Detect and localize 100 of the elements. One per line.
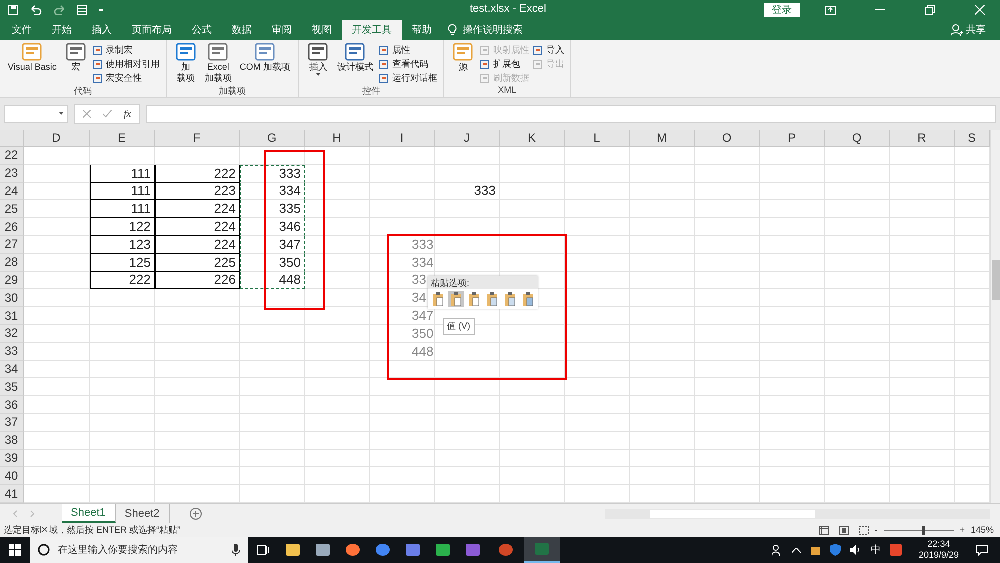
grid-cell[interactable]	[24, 324, 90, 343]
grid-cell[interactable]	[760, 378, 825, 396]
grid-cell[interactable]	[305, 360, 370, 378]
grid-cell[interactable]	[435, 396, 500, 414]
grid-cell[interactable]	[305, 378, 370, 396]
grid-cell[interactable]	[370, 396, 435, 414]
notification-icon[interactable]	[976, 544, 988, 556]
grid-cell[interactable]	[565, 360, 630, 378]
chevron-up-icon[interactable]	[792, 548, 801, 552]
grid-cell[interactable]	[155, 289, 240, 308]
vertical-scrollbar[interactable]	[990, 130, 1000, 503]
ribbon-tab[interactable]: 开始	[42, 20, 82, 40]
grid-cell[interactable]	[565, 200, 630, 218]
undo-icon[interactable]	[29, 5, 43, 15]
grid-cell[interactable]	[760, 450, 825, 468]
grid-cell[interactable]	[155, 147, 240, 165]
grid-cell[interactable]	[305, 272, 370, 290]
sogou-icon[interactable]	[890, 544, 902, 556]
form-icon[interactable]	[77, 4, 88, 16]
grid-cell[interactable]	[370, 414, 435, 432]
ribbon-tab[interactable]: 插入	[82, 20, 122, 40]
grid-cell[interactable]	[695, 164, 760, 183]
column-header[interactable]: F	[155, 130, 240, 147]
grid-cell[interactable]	[890, 324, 955, 343]
row-header[interactable]: 34	[0, 360, 24, 378]
grid-cell[interactable]	[24, 272, 90, 290]
grid-cell[interactable]	[890, 450, 955, 468]
grid-cell[interactable]	[565, 432, 630, 450]
grid-cell[interactable]	[305, 342, 370, 361]
grid-cell[interactable]	[760, 272, 825, 290]
grid-cell[interactable]	[825, 307, 890, 325]
grid-cell[interactable]	[760, 467, 825, 486]
column-header[interactable]: D	[24, 130, 90, 147]
grid-cell[interactable]	[24, 360, 90, 378]
grid-cell[interactable]	[565, 218, 630, 236]
ribbon-button[interactable]: 设计模式	[335, 42, 376, 85]
grid-cell[interactable]	[825, 414, 890, 432]
grid-cell[interactable]	[760, 360, 825, 378]
grid-cell[interactable]	[825, 218, 890, 236]
grid-cell[interactable]	[305, 254, 370, 272]
grid-cell[interactable]	[890, 414, 955, 432]
row-header[interactable]: 26	[0, 218, 24, 236]
grid-cell[interactable]	[305, 467, 370, 486]
powerpoint-icon[interactable]	[498, 542, 514, 558]
formula-input[interactable]	[146, 105, 996, 123]
grid-cell[interactable]	[695, 272, 760, 290]
grid-cell[interactable]	[695, 307, 760, 325]
grid-cell[interactable]	[695, 414, 760, 432]
paste-option-button[interactable]	[502, 291, 518, 307]
close-icon[interactable]	[975, 5, 985, 15]
grid-cell[interactable]	[24, 289, 90, 308]
grid-cell[interactable]	[370, 360, 435, 378]
grid-cell[interactable]	[500, 236, 565, 254]
grid-cell[interactable]	[240, 342, 305, 361]
grid-cell[interactable]	[695, 360, 760, 378]
grid-cell[interactable]	[890, 254, 955, 272]
grid-cell[interactable]	[825, 289, 890, 308]
grid-cell[interactable]	[565, 342, 630, 361]
ribbon-button[interactable]: 源	[450, 42, 476, 85]
grid-cell[interactable]	[760, 396, 825, 414]
grid-cell[interactable]	[240, 450, 305, 468]
ribbon-tab[interactable]: 文件	[2, 20, 42, 40]
ribbon-button[interactable]: Visual Basic	[6, 42, 59, 85]
grid-cell[interactable]	[630, 378, 695, 396]
redo-icon[interactable]	[53, 5, 67, 15]
grid-cell[interactable]	[305, 147, 370, 165]
grid-cell[interactable]	[435, 467, 500, 486]
grid-cell[interactable]	[500, 324, 565, 343]
speaker-icon[interactable]	[850, 545, 862, 555]
monitor-icon[interactable]	[315, 542, 331, 558]
grid-cell[interactable]	[695, 218, 760, 236]
taskbar-search-field[interactable]: 在这里输入你要搜索的内容	[30, 537, 248, 563]
ribbon-small-button[interactable]: 录制宏	[92, 44, 160, 57]
grid-cell[interactable]	[825, 324, 890, 343]
windows-start-icon[interactable]	[9, 544, 21, 556]
grid-cell[interactable]	[240, 467, 305, 486]
grid-cell[interactable]	[90, 450, 155, 468]
grid-cell[interactable]	[370, 218, 435, 236]
grid-cell[interactable]	[500, 200, 565, 218]
grid-cell[interactable]	[90, 360, 155, 378]
grid-cell[interactable]	[890, 432, 955, 450]
column-header[interactable]: L	[565, 130, 630, 147]
grid-cell[interactable]	[500, 467, 565, 486]
grid-cell[interactable]	[435, 254, 500, 272]
grid-cell[interactable]	[630, 360, 695, 378]
grid-cell[interactable]	[695, 432, 760, 450]
column-header[interactable]: R	[890, 130, 955, 147]
save-icon[interactable]	[8, 4, 19, 16]
grid-cell[interactable]	[890, 164, 955, 183]
paste-option-button[interactable]	[484, 291, 500, 307]
grid-cell[interactable]	[760, 147, 825, 165]
grid-cell[interactable]	[890, 218, 955, 236]
microphone-icon[interactable]	[232, 544, 240, 556]
grid-cell[interactable]	[240, 432, 305, 450]
grid-cell[interactable]	[24, 378, 90, 396]
grid-cell[interactable]	[370, 182, 435, 200]
grid-cell[interactable]	[630, 182, 695, 200]
grid-cell[interactable]	[240, 414, 305, 432]
grid-cell[interactable]	[630, 396, 695, 414]
grid-cell[interactable]	[630, 164, 695, 183]
